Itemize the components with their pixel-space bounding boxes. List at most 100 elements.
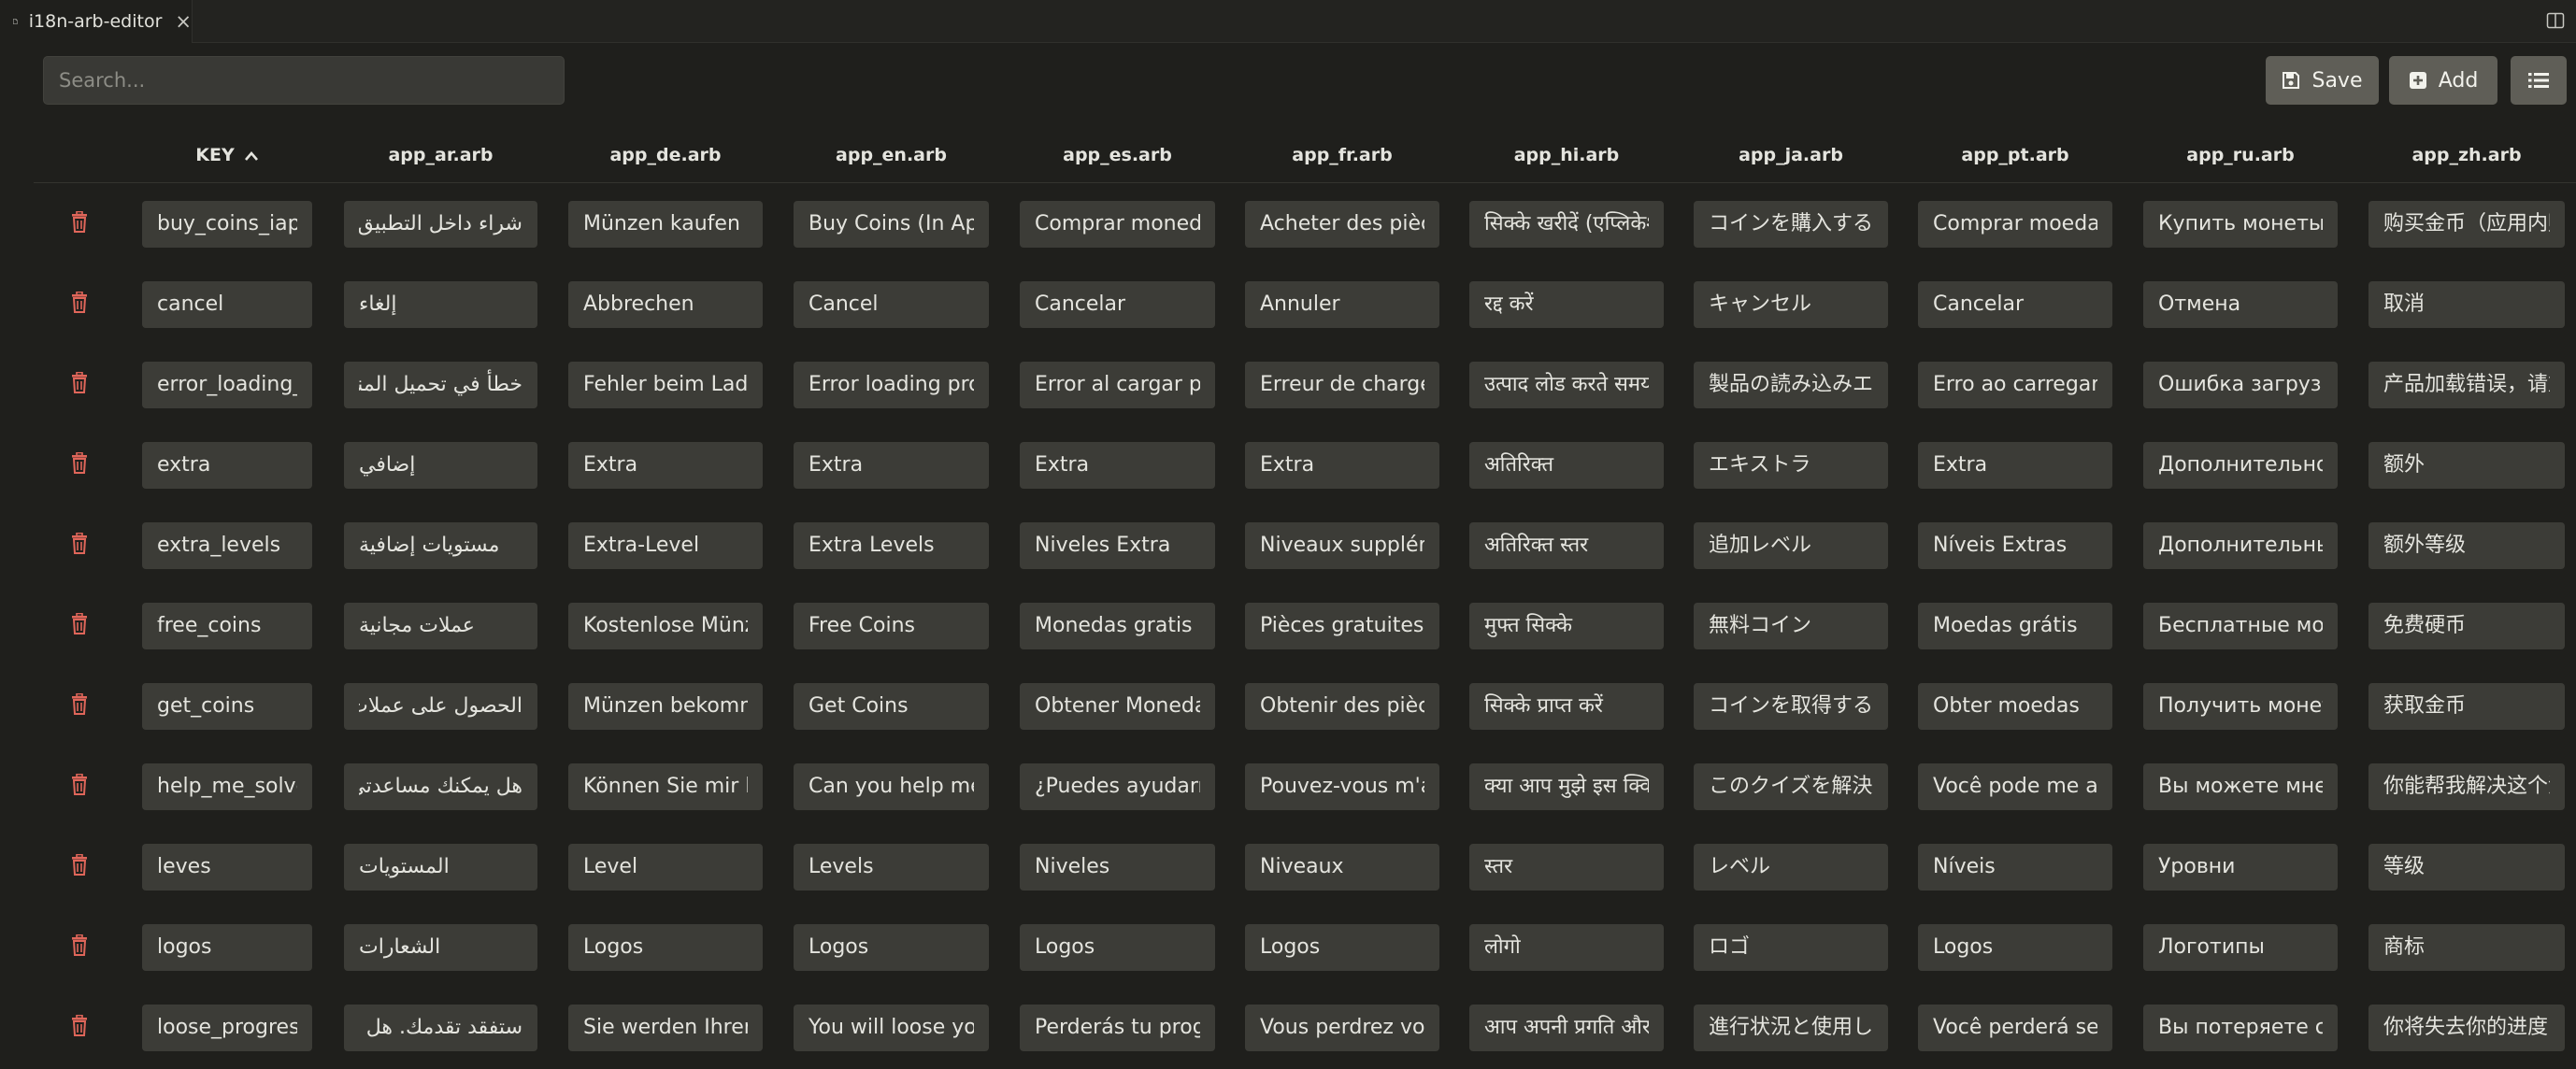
translation-field-app_de-arb[interactable] <box>568 763 763 810</box>
translation-field-app_zh-arb[interactable] <box>2368 201 2565 248</box>
translation-field-app_ar-arb[interactable] <box>344 763 537 810</box>
translation-field-app_zh-arb[interactable] <box>2368 281 2565 328</box>
translation-field-app_ar-arb[interactable] <box>344 281 537 328</box>
translation-field-app_fr-arb[interactable] <box>1245 844 1439 891</box>
translation-field-app_zh-arb[interactable] <box>2368 763 2565 810</box>
translation-field-app_ru-arb[interactable] <box>2143 844 2338 891</box>
translation-field-app_ar-arb[interactable] <box>344 924 537 971</box>
translation-field-app_es-arb[interactable] <box>1020 1005 1215 1051</box>
translation-field-app_pt-arb[interactable] <box>1918 1005 2112 1051</box>
translation-field-app_de-arb[interactable] <box>568 1005 763 1051</box>
translation-field-app_ja-arb[interactable] <box>1694 924 1888 971</box>
translation-field-app_de-arb[interactable] <box>568 522 763 569</box>
translation-field-app_hi-arb[interactable] <box>1469 763 1664 810</box>
trash-icon[interactable] <box>70 854 89 877</box>
translation-field-app_en-arb[interactable] <box>794 281 989 328</box>
translation-field-app_es-arb[interactable] <box>1020 763 1215 810</box>
translation-field-app_fr-arb[interactable] <box>1245 683 1439 730</box>
translation-field-app_ru-arb[interactable] <box>2143 603 2338 649</box>
translation-field-app_ja-arb[interactable] <box>1694 1005 1888 1051</box>
translation-field-app_pt-arb[interactable] <box>1918 281 2112 328</box>
translation-field-app_hi-arb[interactable] <box>1469 603 1664 649</box>
trash-icon[interactable] <box>70 934 89 957</box>
translation-field-app_de-arb[interactable] <box>568 603 763 649</box>
translation-field-app_en-arb[interactable] <box>794 362 989 408</box>
key-field[interactable] <box>142 603 312 649</box>
translation-field-app_en-arb[interactable] <box>794 763 989 810</box>
translation-field-app_fr-arb[interactable] <box>1245 603 1439 649</box>
translation-field-app_es-arb[interactable] <box>1020 844 1215 891</box>
translation-field-app_ru-arb[interactable] <box>2143 442 2338 489</box>
column-header-app_en-arb[interactable]: app_en.arb <box>794 136 989 174</box>
translation-field-app_fr-arb[interactable] <box>1245 763 1439 810</box>
translation-field-app_en-arb[interactable] <box>794 683 989 730</box>
translation-field-app_fr-arb[interactable] <box>1245 281 1439 328</box>
translation-field-app_zh-arb[interactable] <box>2368 844 2565 891</box>
translation-field-app_ar-arb[interactable] <box>344 362 537 408</box>
translation-field-app_ja-arb[interactable] <box>1694 763 1888 810</box>
translation-field-app_zh-arb[interactable] <box>2368 522 2565 569</box>
translation-field-app_hi-arb[interactable] <box>1469 844 1664 891</box>
list-view-button[interactable] <box>2511 56 2567 105</box>
translation-field-app_ar-arb[interactable] <box>344 201 537 248</box>
translation-field-app_ru-arb[interactable] <box>2143 362 2338 408</box>
save-button[interactable]: Save <box>2266 56 2379 105</box>
translation-field-app_en-arb[interactable] <box>794 201 989 248</box>
column-header-app_ru-arb[interactable]: app_ru.arb <box>2143 136 2338 174</box>
translation-field-app_fr-arb[interactable] <box>1245 1005 1439 1051</box>
column-header-app_pt-arb[interactable]: app_pt.arb <box>1918 136 2112 174</box>
translation-field-app_ru-arb[interactable] <box>2143 522 2338 569</box>
key-field[interactable] <box>142 683 312 730</box>
column-header-app_zh-arb[interactable]: app_zh.arb <box>2368 136 2565 174</box>
translation-field-app_pt-arb[interactable] <box>1918 522 2112 569</box>
trash-icon[interactable] <box>70 372 89 394</box>
translation-field-app_ar-arb[interactable] <box>344 603 537 649</box>
translation-field-app_pt-arb[interactable] <box>1918 201 2112 248</box>
translation-field-app_es-arb[interactable] <box>1020 603 1215 649</box>
translation-field-app_zh-arb[interactable] <box>2368 362 2565 408</box>
trash-icon[interactable] <box>70 774 89 796</box>
translation-field-app_pt-arb[interactable] <box>1918 603 2112 649</box>
translation-field-app_ru-arb[interactable] <box>2143 763 2338 810</box>
translation-field-app_zh-arb[interactable] <box>2368 1005 2565 1051</box>
key-field[interactable] <box>142 201 312 248</box>
translation-field-app_zh-arb[interactable] <box>2368 683 2565 730</box>
translation-field-app_en-arb[interactable] <box>794 603 989 649</box>
translation-field-app_ru-arb[interactable] <box>2143 1005 2338 1051</box>
column-header-key[interactable]: KEY <box>142 136 312 174</box>
translation-field-app_hi-arb[interactable] <box>1469 1005 1664 1051</box>
close-icon[interactable]: × <box>175 11 192 32</box>
trash-icon[interactable] <box>70 292 89 314</box>
editor-tab[interactable]: i18n-arb-editor × <box>0 0 193 43</box>
translation-field-app_es-arb[interactable] <box>1020 924 1215 971</box>
translation-field-app_fr-arb[interactable] <box>1245 362 1439 408</box>
translation-field-app_es-arb[interactable] <box>1020 683 1215 730</box>
translation-field-app_ja-arb[interactable] <box>1694 442 1888 489</box>
trash-icon[interactable] <box>70 693 89 716</box>
key-field[interactable] <box>142 442 312 489</box>
translation-field-app_ja-arb[interactable] <box>1694 281 1888 328</box>
translation-field-app_ar-arb[interactable] <box>344 844 537 891</box>
translation-field-app_hi-arb[interactable] <box>1469 201 1664 248</box>
add-button[interactable]: Add <box>2389 56 2497 105</box>
translation-field-app_en-arb[interactable] <box>794 442 989 489</box>
translation-field-app_pt-arb[interactable] <box>1918 442 2112 489</box>
translation-field-app_en-arb[interactable] <box>794 924 989 971</box>
translation-field-app_zh-arb[interactable] <box>2368 924 2565 971</box>
translation-field-app_hi-arb[interactable] <box>1469 683 1664 730</box>
translation-field-app_ru-arb[interactable] <box>2143 924 2338 971</box>
key-field[interactable] <box>142 763 312 810</box>
column-header-app_es-arb[interactable]: app_es.arb <box>1020 136 1215 174</box>
key-field[interactable] <box>142 522 312 569</box>
translation-field-app_de-arb[interactable] <box>568 844 763 891</box>
translation-field-app_pt-arb[interactable] <box>1918 362 2112 408</box>
translation-field-app_hi-arb[interactable] <box>1469 522 1664 569</box>
translation-field-app_ja-arb[interactable] <box>1694 362 1888 408</box>
translation-field-app_fr-arb[interactable] <box>1245 442 1439 489</box>
key-field[interactable] <box>142 924 312 971</box>
trash-icon[interactable] <box>70 211 89 234</box>
translation-field-app_pt-arb[interactable] <box>1918 924 2112 971</box>
translation-field-app_zh-arb[interactable] <box>2368 442 2565 489</box>
translation-field-app_ja-arb[interactable] <box>1694 603 1888 649</box>
translation-field-app_ar-arb[interactable] <box>344 683 537 730</box>
